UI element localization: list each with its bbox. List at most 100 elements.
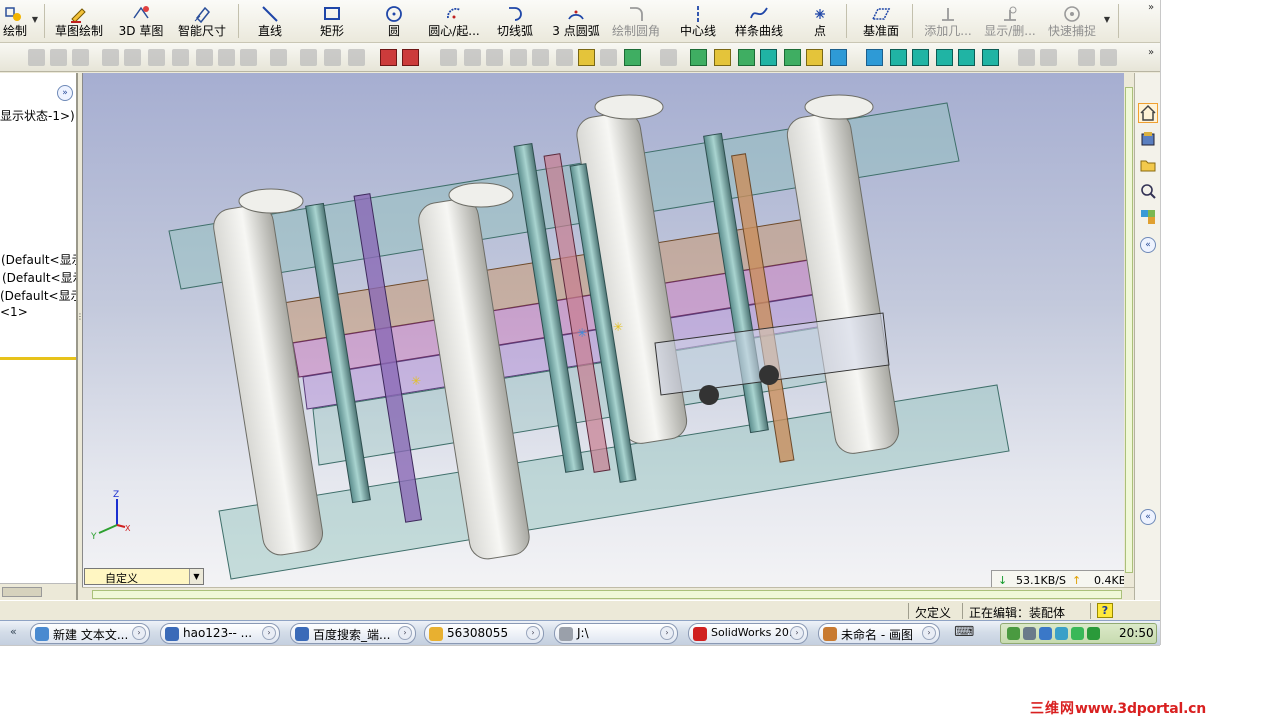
view-palette-tab[interactable] bbox=[1138, 207, 1158, 227]
tree-item-display-state[interactable]: 显示状态-1>) bbox=[0, 107, 75, 124]
view-icon[interactable] bbox=[866, 49, 883, 66]
taskbar-item-browser[interactable]: hao123-- ... › bbox=[160, 623, 280, 644]
tool-icon[interactable] bbox=[1040, 49, 1057, 66]
scrollbar-track[interactable] bbox=[1125, 87, 1133, 573]
quick-snap-dropdown-arrow[interactable]: ▼ bbox=[1102, 8, 1112, 32]
tool-icon[interactable] bbox=[1078, 49, 1095, 66]
expand-task-pane-icon[interactable]: « bbox=[1140, 509, 1156, 525]
pattern-icon[interactable] bbox=[402, 49, 419, 66]
reference-plane-button[interactable]: 基准面 bbox=[860, 2, 902, 40]
three-point-arc-button[interactable]: 3 点圆弧 bbox=[552, 2, 600, 40]
panel-splitter-handle[interactable]: ⋮ bbox=[76, 312, 84, 336]
annotation-icon[interactable] bbox=[690, 49, 707, 66]
tree-item-component[interactable]: <1> bbox=[0, 305, 28, 319]
tool-icon[interactable] bbox=[148, 49, 165, 66]
file-explorer-tab[interactable] bbox=[1138, 155, 1158, 175]
collapse-panel-icon[interactable]: » bbox=[57, 85, 73, 101]
show-quicklaunch-chevron-icon[interactable]: « bbox=[10, 625, 17, 638]
add-relation-button[interactable]: 添加几... bbox=[922, 2, 974, 40]
tray-app-icon[interactable] bbox=[1023, 627, 1036, 640]
annotation-icon[interactable] bbox=[760, 49, 777, 66]
toolbox-icon[interactable] bbox=[624, 49, 641, 66]
tool-icon[interactable] bbox=[300, 49, 317, 66]
taskbar-item-drive[interactable]: J:\ › bbox=[554, 623, 678, 644]
keyboard-icon[interactable]: ⌨ bbox=[954, 624, 974, 640]
quick-snap-button[interactable]: 快速捕捉 bbox=[1044, 2, 1100, 40]
annotation-icon[interactable] bbox=[714, 49, 731, 66]
tool-icon[interactable] bbox=[1018, 49, 1035, 66]
tray-download-icon[interactable] bbox=[1071, 627, 1084, 640]
point-button[interactable]: 点 bbox=[808, 2, 832, 40]
search-tab[interactable] bbox=[1138, 181, 1158, 201]
tool-icon[interactable] bbox=[218, 49, 235, 66]
view-icon[interactable] bbox=[958, 49, 975, 66]
mold-assembly-model[interactable]: ✳ ✳ ✳ Z Y X bbox=[83, 73, 1124, 587]
sketch-draw-button[interactable]: 草图绘制 bbox=[52, 2, 106, 40]
mate-icon[interactable] bbox=[380, 49, 397, 66]
tree-item-component[interactable]: (Default<显示 bbox=[1, 251, 76, 268]
tool-icon[interactable] bbox=[270, 49, 287, 66]
tool-icon[interactable] bbox=[556, 49, 573, 66]
annotation-icon[interactable] bbox=[806, 49, 823, 66]
tray-network-icon[interactable] bbox=[1055, 627, 1068, 640]
solidworks-resources-tab[interactable] bbox=[1138, 103, 1158, 123]
taskbar-item-notepad[interactable]: 新建 文本文... › bbox=[30, 623, 150, 644]
line-button[interactable]: 直线 bbox=[252, 2, 288, 40]
tree-item-component[interactable]: (Default<显示 bbox=[2, 269, 76, 286]
rectangle-button[interactable]: 矩形 bbox=[314, 2, 350, 40]
tool-icon[interactable] bbox=[1100, 49, 1117, 66]
viewport-vertical-scrollbar[interactable] bbox=[1124, 73, 1134, 587]
taskbar-item-paint[interactable]: 未命名 - 画图 › bbox=[818, 623, 940, 644]
tool-icon[interactable] bbox=[510, 49, 527, 66]
tangent-arc-button[interactable]: 切线弧 bbox=[494, 2, 536, 40]
tool-icon[interactable] bbox=[50, 49, 67, 66]
spline-button[interactable]: 样条曲线 bbox=[732, 2, 786, 40]
scrollbar-track[interactable] bbox=[92, 590, 1122, 599]
sketch-dropdown-arrow[interactable]: ▼ bbox=[30, 8, 40, 32]
tool-icon[interactable] bbox=[124, 49, 141, 66]
tool-icon[interactable] bbox=[196, 49, 213, 66]
tray-app-icon[interactable] bbox=[1007, 627, 1020, 640]
taskbar-item-qq[interactable]: 56308055 › bbox=[424, 623, 544, 644]
design-library-tab[interactable] bbox=[1138, 129, 1158, 149]
annotation-icon[interactable] bbox=[830, 49, 847, 66]
help-button[interactable]: ? bbox=[1097, 603, 1113, 618]
tool-icon[interactable] bbox=[102, 49, 119, 66]
tool-icon[interactable] bbox=[532, 49, 549, 66]
chevron-down-icon[interactable]: ▼ bbox=[189, 569, 203, 584]
view-icon[interactable] bbox=[982, 49, 999, 66]
rollback-bar[interactable] bbox=[0, 357, 76, 360]
toolbar-overflow-chevron-icon[interactable]: » bbox=[1148, 47, 1154, 58]
sketch-fillet-button[interactable]: 绘制圆角 bbox=[610, 2, 662, 40]
fastener-icon[interactable] bbox=[578, 49, 595, 66]
graphics-area[interactable]: ✳ ✳ ✳ Z Y X 自定义 ▼ ↓ 53.1KB/S ↑ 0.4KB/S bbox=[82, 73, 1124, 587]
annotation-icon[interactable] bbox=[738, 49, 755, 66]
tool-icon[interactable] bbox=[600, 49, 617, 66]
smart-dimension-button[interactable]: 智能尺寸 bbox=[176, 2, 228, 40]
taskbar-clock[interactable]: 20:50 bbox=[1119, 626, 1154, 640]
view-icon[interactable] bbox=[912, 49, 929, 66]
tool-icon[interactable] bbox=[486, 49, 503, 66]
tray-search-icon[interactable] bbox=[1039, 627, 1052, 640]
sketch-tool[interactable]: 绘制 bbox=[0, 2, 30, 40]
tool-icon[interactable] bbox=[440, 49, 457, 66]
tray-shield-icon[interactable] bbox=[1087, 627, 1100, 640]
viewport-horizontal-scrollbar[interactable] bbox=[82, 587, 1134, 600]
tool-icon[interactable] bbox=[348, 49, 365, 66]
annotation-icon[interactable] bbox=[784, 49, 801, 66]
display-delete-relations-button[interactable]: 显示/删... bbox=[982, 2, 1038, 40]
circle-button[interactable]: 圆 bbox=[380, 2, 408, 40]
taskbar-item-solidworks[interactable]: SolidWorks 20... › bbox=[688, 623, 808, 644]
tool-icon[interactable] bbox=[172, 49, 189, 66]
tool-icon[interactable] bbox=[240, 49, 257, 66]
tree-item-component[interactable]: (Default<显示 bbox=[0, 287, 76, 304]
tool-icon[interactable] bbox=[660, 49, 677, 66]
taskbar-item-baidu[interactable]: 百度搜索_端... › bbox=[290, 623, 416, 644]
toolbar-overflow-chevron-icon[interactable]: » bbox=[1148, 2, 1154, 13]
scrollbar-thumb[interactable] bbox=[2, 587, 42, 597]
sketch-3d-button[interactable]: 3D 草图 bbox=[118, 2, 164, 40]
collapse-task-pane-icon[interactable]: « bbox=[1140, 237, 1156, 253]
centerline-button[interactable]: 中心线 bbox=[678, 2, 718, 40]
tool-icon[interactable] bbox=[464, 49, 481, 66]
tool-icon[interactable] bbox=[324, 49, 341, 66]
